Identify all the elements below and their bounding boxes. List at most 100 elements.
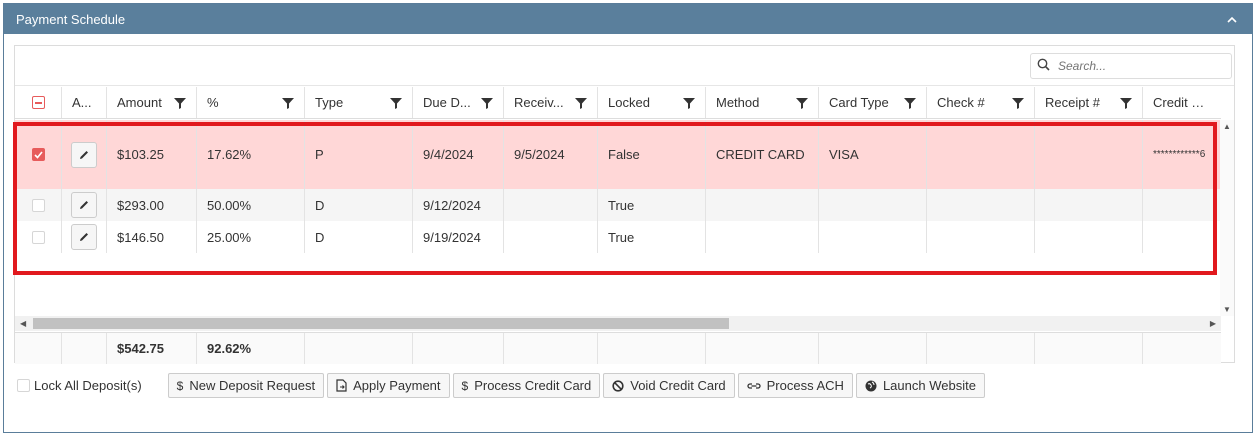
- cell-method: [706, 189, 819, 221]
- cell-locked: False: [598, 120, 706, 189]
- row-checkbox-cell[interactable]: [15, 189, 62, 221]
- column-header-amount[interactable]: Amount: [107, 87, 197, 118]
- column-header-due-date[interactable]: Due D...: [413, 87, 504, 118]
- cell-method: [706, 221, 819, 253]
- scroll-down-arrow-icon[interactable]: ▼: [1223, 305, 1231, 314]
- cell-credit-card: [1143, 221, 1223, 253]
- column-header-type[interactable]: Type: [305, 87, 413, 118]
- cell-check-number: [927, 120, 1035, 189]
- totals-spacer: [305, 333, 413, 364]
- panel-header: Payment Schedule: [4, 4, 1252, 34]
- cell-card-type: [819, 189, 927, 221]
- void-credit-card-button[interactable]: Void Credit Card: [603, 373, 735, 398]
- cell-type: D: [305, 221, 413, 253]
- vertical-scrollbar[interactable]: ▲ ▼: [1220, 120, 1234, 316]
- process-credit-card-button[interactable]: $ Process Credit Card: [452, 373, 601, 398]
- cell-received: [504, 221, 598, 253]
- column-header-received[interactable]: Receiv...: [504, 87, 598, 118]
- cell-type: D: [305, 189, 413, 221]
- row-checkbox[interactable]: [31, 198, 45, 212]
- filter-icon[interactable]: [174, 97, 186, 109]
- apply-payment-label: Apply Payment: [353, 378, 441, 393]
- collapse-chevron-up-icon[interactable]: [1224, 11, 1240, 27]
- column-header-check-number[interactable]: Check #: [927, 87, 1035, 118]
- apply-payment-button[interactable]: Apply Payment: [327, 373, 450, 398]
- void-credit-card-label: Void Credit Card: [630, 378, 726, 393]
- totals-spacer: [62, 333, 107, 364]
- cell-amount: $293.00: [107, 189, 197, 221]
- table-row[interactable]: $146.50 25.00% D 9/19/2024 True: [15, 221, 1221, 253]
- launch-website-label: Launch Website: [882, 378, 976, 393]
- grid-toolbar: [15, 46, 1234, 86]
- filter-icon[interactable]: [904, 97, 916, 109]
- process-credit-card-label: Process Credit Card: [474, 378, 592, 393]
- filter-icon[interactable]: [683, 97, 695, 109]
- cell-locked: True: [598, 221, 706, 253]
- scroll-right-arrow-icon[interactable]: ▶: [1210, 319, 1216, 328]
- select-all-checkbox-cell[interactable]: [15, 87, 62, 118]
- column-header-method[interactable]: Method: [706, 87, 819, 118]
- scroll-up-arrow-icon[interactable]: ▲: [1223, 122, 1231, 131]
- scroll-left-arrow-icon[interactable]: ◀: [20, 319, 26, 328]
- totals-spacer: [504, 333, 598, 364]
- row-action-cell: [62, 120, 107, 189]
- select-all-checkbox[interactable]: [31, 96, 45, 109]
- launch-website-button[interactable]: Launch Website: [855, 373, 985, 398]
- filter-icon[interactable]: [796, 97, 808, 109]
- table-row[interactable]: $103.25 17.62% P 9/4/2024 9/5/2024 False…: [15, 120, 1221, 189]
- cell-card-type: [819, 221, 927, 253]
- search-box[interactable]: [1030, 53, 1232, 79]
- search-input[interactable]: [1058, 59, 1218, 73]
- row-checkbox-cell[interactable]: [15, 221, 62, 253]
- cell-percent: 25.00%: [197, 221, 305, 253]
- pencil-icon: [80, 150, 88, 159]
- filter-icon[interactable]: [575, 97, 587, 109]
- edit-button[interactable]: [71, 192, 97, 218]
- totals-spacer: [706, 333, 819, 364]
- cell-receipt-number: [1035, 120, 1143, 189]
- lock-all-checkbox[interactable]: [17, 379, 30, 392]
- filter-icon[interactable]: [390, 97, 402, 109]
- row-checkbox-cell[interactable]: [15, 120, 62, 189]
- column-header-actions[interactable]: A...: [62, 87, 107, 118]
- cell-receipt-number: [1035, 221, 1143, 253]
- search-icon: [1037, 58, 1050, 74]
- row-action-cell: [62, 221, 107, 253]
- table-row[interactable]: $293.00 50.00% D 9/12/2024 True: [15, 189, 1221, 221]
- cell-method: CREDIT CARD: [706, 120, 819, 189]
- horizontal-scroll-thumb[interactable]: [33, 318, 729, 329]
- column-header-percent[interactable]: %: [197, 87, 305, 118]
- edit-button[interactable]: [71, 141, 97, 168]
- column-header-card-type[interactable]: Card Type: [819, 87, 927, 118]
- totals-spacer: [598, 333, 706, 364]
- process-ach-button[interactable]: Process ACH: [737, 373, 853, 398]
- row-checkbox[interactable]: [31, 230, 45, 244]
- cell-amount: $103.25: [107, 120, 197, 189]
- cell-credit-card: [1143, 189, 1223, 221]
- document-arrow-icon: [336, 379, 347, 392]
- cell-check-number: [927, 221, 1035, 253]
- column-header-locked[interactable]: Locked: [598, 87, 706, 118]
- checkmark-icon: [33, 150, 43, 159]
- column-header-credit-card[interactable]: Credit Car...: [1143, 87, 1221, 118]
- filter-icon[interactable]: [282, 97, 294, 109]
- totals-row: $542.75 92.62%: [15, 332, 1221, 364]
- row-checkbox[interactable]: [31, 148, 45, 161]
- new-deposit-request-button[interactable]: $ New Deposit Request: [167, 373, 325, 398]
- lock-all-deposits-toggle[interactable]: Lock All Deposit(s): [17, 378, 142, 393]
- filter-icon[interactable]: [481, 97, 493, 109]
- totals-spacer: [1035, 333, 1143, 364]
- edit-button[interactable]: [71, 224, 97, 250]
- cell-due-date: 9/12/2024: [413, 189, 504, 221]
- filter-icon[interactable]: [1120, 97, 1132, 109]
- column-header-receipt-number[interactable]: Receipt #: [1035, 87, 1143, 118]
- dollar-icon: $: [176, 378, 184, 393]
- cell-due-date: 9/4/2024: [413, 120, 504, 189]
- total-amount: $542.75: [107, 333, 197, 364]
- filter-icon[interactable]: [1012, 97, 1024, 109]
- cell-received: [504, 189, 598, 221]
- horizontal-scrollbar[interactable]: ◀ ▶: [15, 316, 1221, 331]
- totals-spacer: [927, 333, 1035, 364]
- totals-spacer: [15, 333, 62, 364]
- cell-percent: 17.62%: [197, 120, 305, 189]
